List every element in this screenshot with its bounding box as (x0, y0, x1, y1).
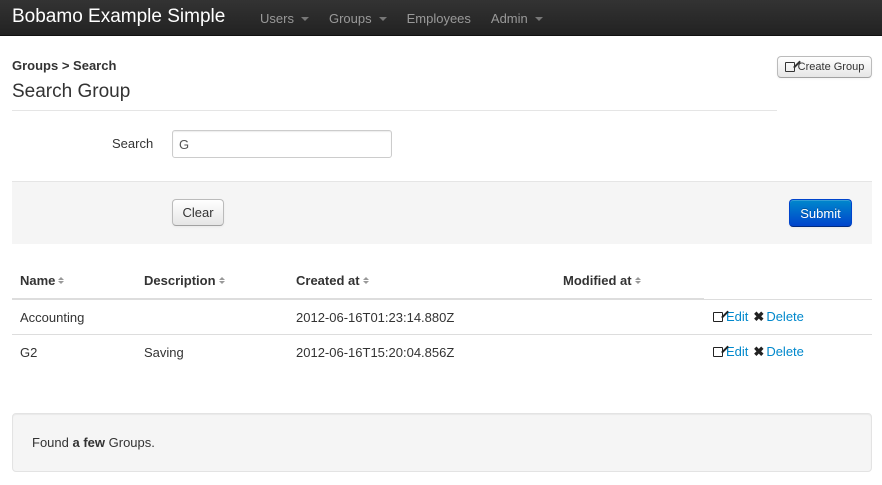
edit-link[interactable]: Edit (726, 344, 748, 359)
caret-down-icon (534, 16, 543, 21)
nav-item-label: Admin (490, 10, 528, 26)
breadcrumb: Groups > Search (12, 58, 117, 73)
caret-down-icon (300, 16, 309, 21)
search-input[interactable] (172, 130, 392, 158)
nav-item-label: Users (260, 10, 294, 26)
search-label: Search (112, 136, 154, 151)
page-title: Search Group (12, 81, 131, 102)
create-group-label: Create Group (797, 61, 865, 73)
sort-icon (58, 277, 65, 284)
edit-link[interactable]: Edit (726, 309, 748, 324)
navbar: Bobamo Example Simple Users Groups Emplo… (0, 0, 882, 36)
column-header-name[interactable]: Name (20, 273, 65, 288)
sort-icon (218, 277, 225, 284)
results-table: Name Description Created at Modified at … (12, 263, 872, 369)
edit-icon (713, 311, 723, 322)
remove-icon: ✖ (753, 344, 765, 359)
nav-item-groups[interactable]: Groups (319, 0, 397, 36)
cell-description: Saving (144, 345, 184, 360)
clear-button[interactable]: Clear (172, 199, 224, 226)
remove-icon: ✖ (753, 309, 765, 324)
form-actions (12, 181, 872, 244)
cell-name: G2 (20, 345, 38, 360)
row-actions: Edit ✖ Delete (713, 309, 804, 324)
cell-created-at: 2012-06-16T01:23:14.880Z (296, 310, 455, 325)
create-group-button[interactable]: Create Group (777, 56, 872, 78)
column-header-label: Description (144, 273, 216, 288)
column-header-label: Created at (296, 273, 360, 288)
table-row: G2 Saving 2012-06-16T15:20:04.856Z Edit … (12, 334, 872, 369)
row-actions: Edit ✖ Delete (713, 344, 804, 359)
result-prefix: Found (32, 435, 69, 450)
delete-link[interactable]: Delete (766, 309, 804, 324)
cell-created-at: 2012-06-16T15:20:04.856Z (296, 345, 455, 360)
column-header-created-at[interactable]: Created at (296, 273, 369, 288)
caret-down-icon (378, 16, 387, 21)
sort-icon (362, 277, 369, 284)
brand-link[interactable]: Bobamo Example Simple (12, 5, 225, 29)
header-divider (12, 110, 777, 111)
column-header-label: Modified at (563, 273, 632, 288)
result-emphasis: a few (72, 435, 106, 450)
edit-icon (713, 346, 723, 357)
nav-item-employees[interactable]: Employees (397, 0, 481, 36)
nav-item-label: Groups (328, 10, 372, 26)
sort-icon (634, 277, 641, 284)
delete-link[interactable]: Delete (766, 344, 804, 359)
column-header-label: Name (20, 273, 56, 288)
cell-name: Accounting (20, 310, 85, 325)
nav-menu: Users Groups Employees Admin (250, 0, 553, 36)
nav-item-admin[interactable]: Admin (481, 0, 553, 36)
result-message: Found a few Groups. (12, 413, 872, 472)
submit-button[interactable]: Submit (789, 199, 852, 227)
nav-item-users[interactable]: Users (250, 0, 319, 36)
table-header: Name Description Created at Modified at (12, 263, 704, 299)
nav-item-label: Employees (406, 10, 471, 26)
result-suffix: Groups. (108, 435, 155, 450)
column-header-description[interactable]: Description (144, 273, 225, 288)
column-header-modified-at[interactable]: Modified at (563, 273, 641, 288)
table-row: Accounting 2012-06-16T01:23:14.880Z Edit… (12, 299, 872, 334)
result-text: Found a few Groups. (32, 435, 155, 450)
edit-icon (784, 62, 795, 72)
